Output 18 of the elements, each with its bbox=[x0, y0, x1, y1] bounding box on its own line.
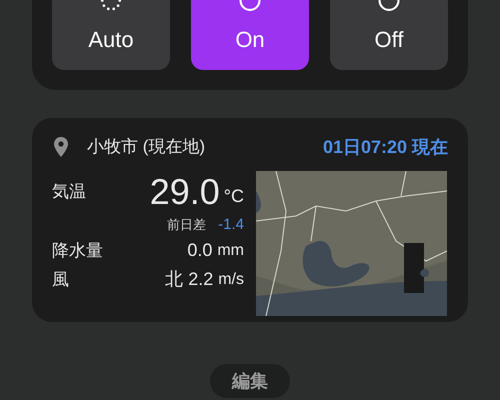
temperature-value: 29.0 bbox=[150, 174, 220, 210]
weather-label: 気温 bbox=[52, 181, 86, 204]
diff-value: -1.4 bbox=[218, 214, 244, 235]
temperature-unit: °C bbox=[224, 184, 244, 208]
edit-button[interactable]: 編集 bbox=[210, 364, 290, 398]
weather-label: 降水量 bbox=[52, 240, 103, 262]
weather-value: 北 2.2 bbox=[165, 268, 214, 291]
weather-unit: m/s bbox=[218, 270, 244, 290]
mode-button[interactable]: Off bbox=[330, 0, 448, 70]
observation-time: 01日07:20 現在 bbox=[322, 136, 448, 158]
location-pin-icon bbox=[54, 137, 68, 157]
mode-button[interactable]: On bbox=[191, 0, 309, 70]
weather-unit: mm bbox=[217, 240, 244, 260]
weather-label: 風 bbox=[52, 268, 69, 291]
location-name: 小牧市 (現在地) bbox=[87, 136, 206, 158]
diff-label: 前日差 bbox=[167, 216, 206, 234]
weather-value: 0.0 bbox=[187, 239, 212, 262]
mode-button[interactable]: Auto bbox=[52, 0, 170, 70]
